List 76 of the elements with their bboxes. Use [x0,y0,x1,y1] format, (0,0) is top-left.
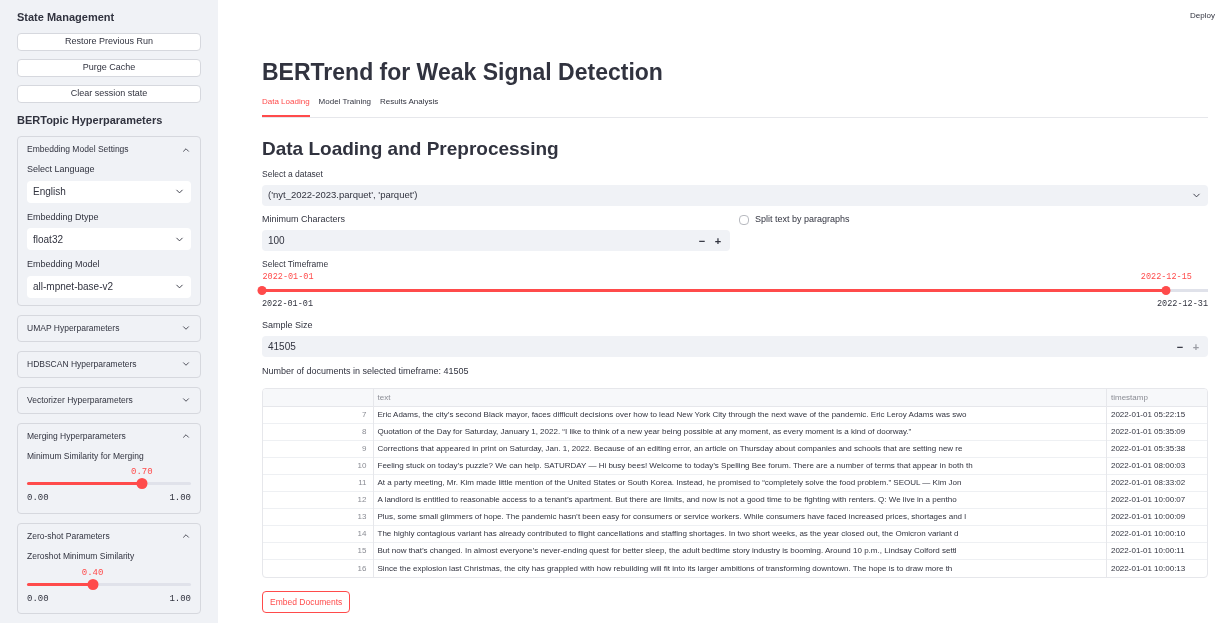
table-cell: At a party meeting, Mr. Kim made little mention of the United States or South Korea. Instead, he promised to “completely solve the food problem.” SEOUL — Kim Jon [373,474,1107,492]
table-cell: But now that’s changed. In almost everyone’s never-ending quest for better sleep, the adult bedtime story industry is booming. Around 10 p.m., Lindsay Colford settl [373,542,1107,560]
expander-header[interactable]: Zero-shot Parameters [27,530,191,542]
expander-header[interactable]: Merging Hyperparameters [27,430,191,442]
row-index: 16 [263,559,373,577]
number-input[interactable]: 100 − + [262,230,730,252]
slider-label: Minimum Similarity for Merging [27,449,145,463]
field-label: Select a dataset [262,168,324,181]
slider-min: 2022-01-01 [262,298,313,311]
row-index: 8 [263,423,373,441]
slider-max: 2022-12-31 [1157,298,1208,311]
field-label: Select Timeframe [262,258,330,271]
decrement-button[interactable]: − [694,232,710,249]
tab[interactable]: Results Analysis [380,96,439,117]
table-cell: A landlord is entitled to reasonable access to a tenant’s apartment. But there are limits, and now is not a good time to be fighting with renters. Q: We live in a pentho [373,491,1107,509]
row-index: 11 [263,474,373,492]
select-dropdown[interactable]: float32 [27,228,191,250]
expander-header[interactable]: Embedding Model Settings [27,144,191,155]
select-dropdown[interactable]: all-mpnet-base-v2 [27,275,191,298]
slider-max: 1.00 [169,492,191,506]
select-label: Select Language [27,163,96,176]
table-cell: 2022-01-01 08:33:02 [1106,474,1207,492]
sidebar-button[interactable]: Restore Previous Run [17,32,201,51]
table-cell: 2022-01-01 10:00:09 [1106,508,1207,526]
select-label: Embedding Dtype [27,210,100,224]
expander-header[interactable]: UMAP Hyperparameters [27,322,191,334]
table-cell: 2022-01-01 05:22:15 [1106,406,1207,424]
field-label: Sample Size [262,318,314,332]
row-index: 9 [263,440,373,458]
table-cell: The highly contagious variant has already contributed to flight cancellations and staffing shortages. In two short weeks, as the year closed out, the Omicron variant d [373,525,1107,543]
row-index: 7 [263,406,373,424]
slider-min: 0.00 [27,492,49,506]
table-cell: 2022-01-01 10:00:07 [1106,491,1207,509]
slider-label: Zeroshot Minimum Similarity [27,549,136,563]
sidebar-button[interactable]: Clear session state [17,84,201,103]
table-cell: Plus, some small glimmers of hope. The pandemic hasn’t been easy for consumers or service workers. While consumers have faced increased prices, shortages and l [373,508,1107,526]
slider-max: 1.00 [169,592,191,606]
sidebar-heading: State Management [17,10,116,25]
table-cell: 2022-01-01 10:00:13 [1106,559,1207,577]
sidebar-heading: BERTopic Hyperparameters [17,112,164,128]
table-cell: Feeling stuck on today’s puzzle? We can help. SATURDAY — Hi busy bees! Welcome to today’s Spelling Bee forum. There are a number of terms that appear in both th [373,457,1107,475]
table-cell: Since the explosion last Christmas, the city has grappled with how rebuilding will fit into its larger ambitions of transforming downtown. The hope is to draw more th [373,559,1107,577]
deploy-link[interactable]: Deploy [1190,10,1215,22]
increment-button[interactable]: + [710,232,726,249]
table-cell: 2022-01-01 05:35:09 [1106,423,1207,441]
table-cell: Quotation of the Day for Saturday, January 1, 2022. “I like to think of a new year being possible at any moment, as every moment is a kind of doorway.” [373,423,1107,441]
slider-value: 2022-01-01 [262,273,314,282]
slider-value: 0.70 [131,466,153,480]
table-cell: 2022-01-01 10:00:11 [1106,542,1207,560]
expander-header[interactable]: HDBSCAN Hyperparameters [27,358,191,370]
select-label: Embedding Model [27,258,101,271]
table-cell: 2022-01-01 08:00:03 [1106,457,1207,475]
row-index: 15 [263,542,373,560]
field-label: Minimum Characters [262,212,347,226]
slider-value: 0.40 [81,566,104,580]
number-input[interactable]: 41505 − + [262,336,1208,358]
table-cell: 2022-01-01 10:00:10 [1106,525,1207,543]
row-index: 10 [263,457,373,475]
expander-header[interactable]: Vectorizer Hyperparameters [27,394,191,406]
tab[interactable]: Model Training [318,96,372,117]
document-count: Number of documents in selected timeframe: 41505 [262,365,470,379]
checkbox-label: Split text by paragraphs [755,213,850,226]
section-title: Data Loading and Preprocessing [262,137,560,161]
decrement-button[interactable]: − [1172,338,1188,355]
page-title: BERTrend for Weak Signal Detection [262,58,664,87]
sidebar-button[interactable]: Purge Cache [17,58,201,77]
table-cell: 2022-01-01 05:35:38 [1106,440,1207,458]
table-cell: Corrections that appeared in print on Saturday, Jan. 1, 2022. Because of an editing error, an article on Thursday about companies and schools that are setting new re [373,440,1107,458]
row-index: 14 [263,525,373,543]
table-cell: Eric Adams, the city’s second Black mayor, faces difficult decisions over how to lead New York City through the next wave of the pandemic. Eric Leroy Adams was swo [373,406,1107,424]
row-index: 13 [263,508,373,526]
select-dropdown[interactable]: English [27,180,191,203]
row-index: 12 [263,491,373,509]
dataset-select[interactable]: ('nyt_2022-2023.parquet', 'parquet') [262,184,1208,206]
slider-value: 2022-12-15 [1140,273,1192,282]
slider-min: 0.00 [27,592,49,606]
